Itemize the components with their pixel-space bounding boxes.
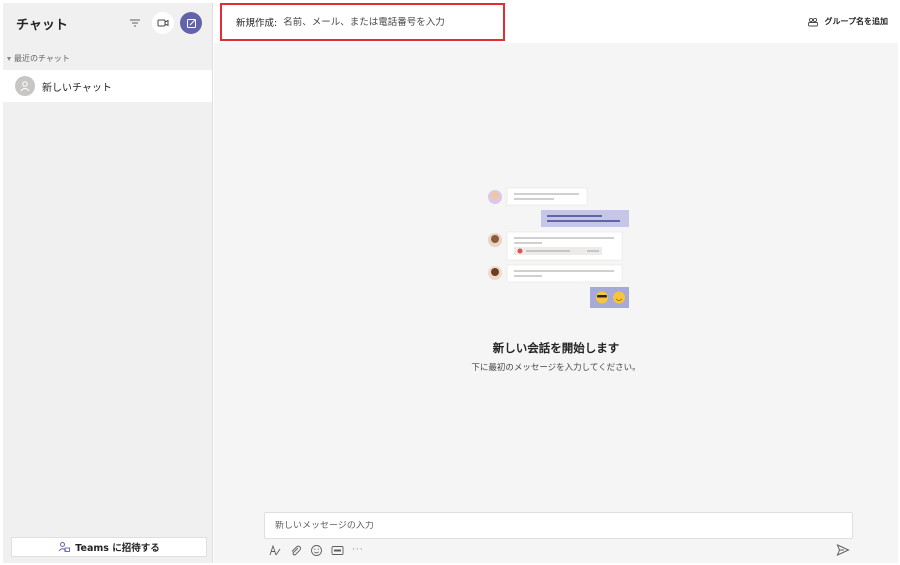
empty-chat-illustration <box>488 187 629 308</box>
emoji-button[interactable] <box>310 544 323 557</box>
avatar <box>15 76 35 96</box>
section-label: 最近のチャット <box>14 54 70 63</box>
new-chat-button[interactable] <box>180 12 202 34</box>
send-icon[interactable] <box>836 543 850 557</box>
sidebar-header: チャット <box>3 3 212 43</box>
recipient-label: 新規作成: <box>236 18 278 29</box>
attach-button[interactable] <box>289 544 302 557</box>
message-compose-box[interactable] <box>264 512 853 539</box>
person-icon <box>20 81 30 92</box>
gif-icon <box>331 545 344 555</box>
collapse-triangle-icon <box>7 56 11 61</box>
gif-button[interactable] <box>331 544 344 557</box>
format-button[interactable] <box>268 544 281 557</box>
chat-list-item[interactable]: 新しいチャット <box>3 70 212 102</box>
empty-state-title: 新しい会話を開始します <box>492 341 620 355</box>
format-icon <box>269 544 281 555</box>
add-group-name-button[interactable]: グループ名を追加 <box>807 16 888 27</box>
empty-state-subtitle: 下に最初のメッセージを入力してください。 <box>471 363 641 373</box>
filter-button[interactable] <box>124 12 146 34</box>
emoji-icon <box>311 544 322 556</box>
new-chat-header: 新規作成: グループ名を追加 <box>214 3 898 43</box>
recipient-input[interactable] <box>283 16 464 28</box>
invite-label: Teams に招待する <box>75 543 160 554</box>
meet-now-button[interactable] <box>152 12 174 34</box>
recent-chats-section[interactable]: 最近のチャット <box>3 43 212 68</box>
more-options-button[interactable]: ··· <box>352 545 364 555</box>
compose-icon <box>186 18 196 28</box>
chat-sidebar: チャット 最近のチャット 新しいチャット Teams に招待する <box>3 3 213 563</box>
sidebar-title: チャット <box>16 17 68 33</box>
group-name-label: グループ名を追加 <box>824 17 888 26</box>
filter-icon <box>130 19 140 27</box>
compose-toolbar: ··· <box>268 542 364 558</box>
paperclip-icon <box>291 545 302 555</box>
group-icon <box>808 17 819 26</box>
add-person-icon <box>58 542 71 552</box>
chat-main-pane: 新規作成: グループ名を追加 <box>214 3 898 563</box>
video-camera-icon <box>157 19 169 27</box>
message-input[interactable] <box>275 520 835 531</box>
chat-item-label: 新しいチャット <box>42 82 112 94</box>
invite-to-teams-button[interactable]: Teams に招待する <box>11 537 207 557</box>
recipient-field[interactable]: 新規作成: <box>220 3 505 41</box>
